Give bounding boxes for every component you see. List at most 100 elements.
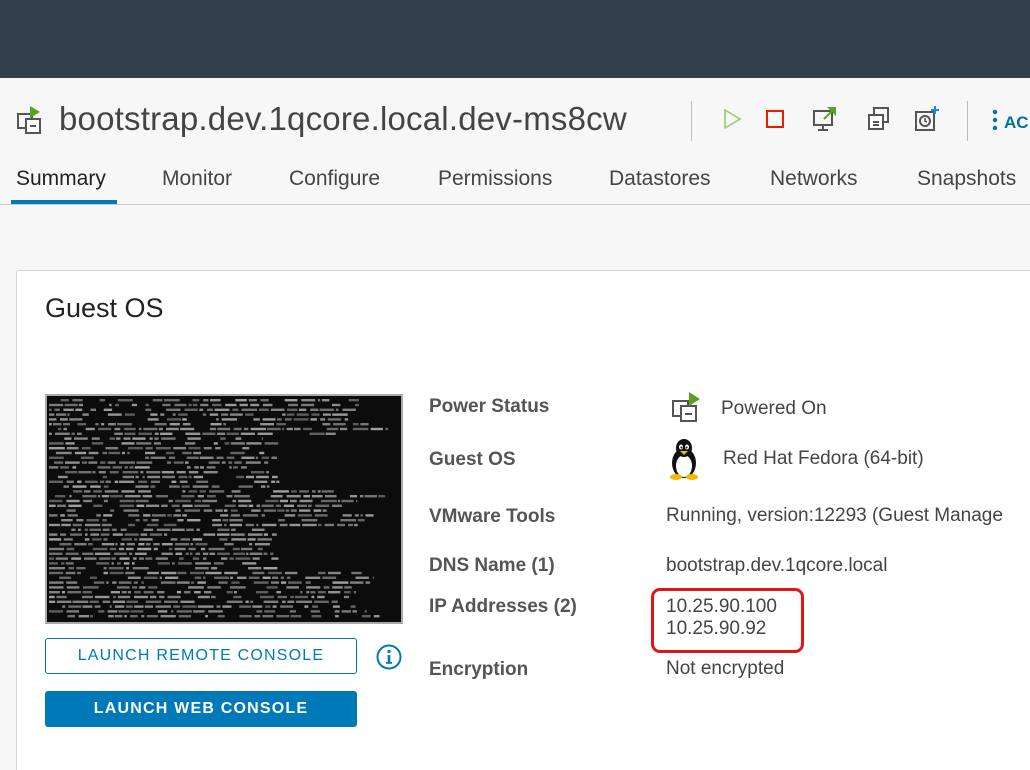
console-text-fragment <box>72 523 82 527</box>
console-text-fragment <box>196 528 200 531</box>
tab-datastores[interactable]: Datastores <box>609 167 711 191</box>
console-text-fragment <box>341 499 354 503</box>
tab-networks[interactable]: Networks <box>770 167 858 191</box>
power-on-button[interactable] <box>717 106 747 136</box>
console-text-fragment <box>270 408 285 411</box>
console-text-fragment <box>230 514 240 517</box>
console-text-fragment <box>104 490 119 493</box>
console-text-fragment <box>200 403 209 407</box>
console-text-fragment <box>194 466 199 469</box>
console-text-fragment <box>365 514 374 517</box>
console-text-fragment <box>311 615 322 618</box>
console-text-fragment <box>251 509 261 512</box>
console-text-fragment <box>112 581 117 584</box>
launch-remote-console-button[interactable]: LAUNCH REMOTE CONSOLE <box>45 638 357 674</box>
actions-menu[interactable]: AC <box>992 108 1029 137</box>
tab-snapshots[interactable]: Snapshots <box>917 167 1016 191</box>
console-text-fragment <box>145 600 162 603</box>
tab-monitor[interactable]: Monitor <box>162 167 232 191</box>
console-text-fragment <box>301 403 315 407</box>
console-text-fragment <box>56 600 72 603</box>
console-text-fragment <box>299 490 309 493</box>
console-text-fragment <box>317 490 321 493</box>
console-text-fragment <box>162 475 175 479</box>
console-text-fragment <box>302 523 317 527</box>
console-text-fragment <box>84 480 98 483</box>
console-text-fragment <box>348 523 353 527</box>
console-text-fragment <box>194 591 201 594</box>
console-text-fragment <box>320 499 337 503</box>
console-text-fragment <box>49 533 58 536</box>
console-text-fragment <box>165 576 179 579</box>
console-text-fragment <box>187 437 201 440</box>
console-text-fragment <box>49 523 61 527</box>
power-off-button[interactable] <box>760 106 790 136</box>
console-text-fragment <box>233 552 246 555</box>
console-text-fragment <box>290 595 294 599</box>
console-text-fragment <box>182 605 197 608</box>
console-text-fragment <box>303 427 312 431</box>
console-text-fragment <box>311 413 320 416</box>
console-text-fragment <box>332 581 349 584</box>
console-text-fragment <box>117 562 121 565</box>
snapshot-button[interactable] <box>912 105 942 136</box>
console-text-fragment <box>142 475 145 479</box>
console-text-fragment <box>98 427 112 431</box>
console-text-fragment <box>147 418 159 421</box>
console-text-fragment <box>194 576 202 579</box>
console-text-fragment <box>171 504 180 507</box>
power-status-value: Powered On <box>721 398 827 419</box>
console-text-fragment <box>60 418 68 421</box>
console-text-fragment <box>74 543 87 546</box>
console-text-fragment <box>103 408 113 411</box>
console-text-fragment <box>163 523 177 527</box>
console-text-fragment <box>256 475 269 479</box>
console-text-fragment <box>82 495 97 498</box>
console-text-fragment <box>127 591 131 594</box>
console-text-fragment <box>331 403 341 407</box>
console-text-fragment <box>271 533 277 536</box>
console-text-fragment <box>306 591 310 594</box>
console-text-fragment <box>252 528 265 531</box>
console-text-fragment <box>111 562 114 565</box>
tab-configure[interactable]: Configure <box>289 167 380 191</box>
launch-console-button[interactable] <box>810 106 840 136</box>
tab-summary[interactable]: Summary <box>16 167 106 191</box>
console-text-fragment <box>190 571 204 575</box>
console-text-fragment <box>135 499 149 503</box>
console-text-fragment <box>122 471 139 474</box>
console-text-fragment <box>66 499 80 503</box>
console-text-fragment <box>314 600 329 603</box>
console-text-fragment <box>78 528 81 531</box>
console-text-fragment <box>288 403 298 407</box>
console-text-fragment <box>99 480 105 483</box>
launch-web-console-button[interactable]: LAUNCH WEB CONSOLE <box>45 691 357 727</box>
encryption-label: Encryption <box>429 659 529 680</box>
console-text-fragment <box>185 442 196 445</box>
migrate-button[interactable] <box>864 106 894 136</box>
power-off-icon <box>764 108 786 135</box>
console-text-fragment <box>296 413 309 416</box>
console-text-fragment <box>226 591 233 594</box>
tab-permissions[interactable]: Permissions <box>438 167 552 191</box>
console-text-fragment <box>385 427 389 431</box>
console-text-fragment <box>314 514 328 517</box>
console-text-fragment <box>352 427 369 431</box>
info-icon[interactable] <box>376 644 402 670</box>
console-text-fragment <box>310 591 316 594</box>
console-text-fragment <box>276 480 280 483</box>
console-text-fragment <box>289 610 296 613</box>
console-text-fragment <box>127 576 141 579</box>
console-text-fragment <box>147 475 161 479</box>
console-text-fragment <box>245 413 254 416</box>
console-text-fragment <box>230 576 233 579</box>
console-text-fragment <box>193 610 205 613</box>
console-text-fragment <box>200 466 204 469</box>
console-screenshot[interactable] <box>45 394 403 624</box>
console-text-fragment <box>82 605 93 608</box>
console-text-fragment <box>205 615 208 618</box>
console-text-fragment <box>49 610 63 613</box>
console-text-fragment <box>120 528 127 531</box>
console-text-fragment <box>102 600 111 603</box>
console-text-fragment <box>195 552 201 555</box>
